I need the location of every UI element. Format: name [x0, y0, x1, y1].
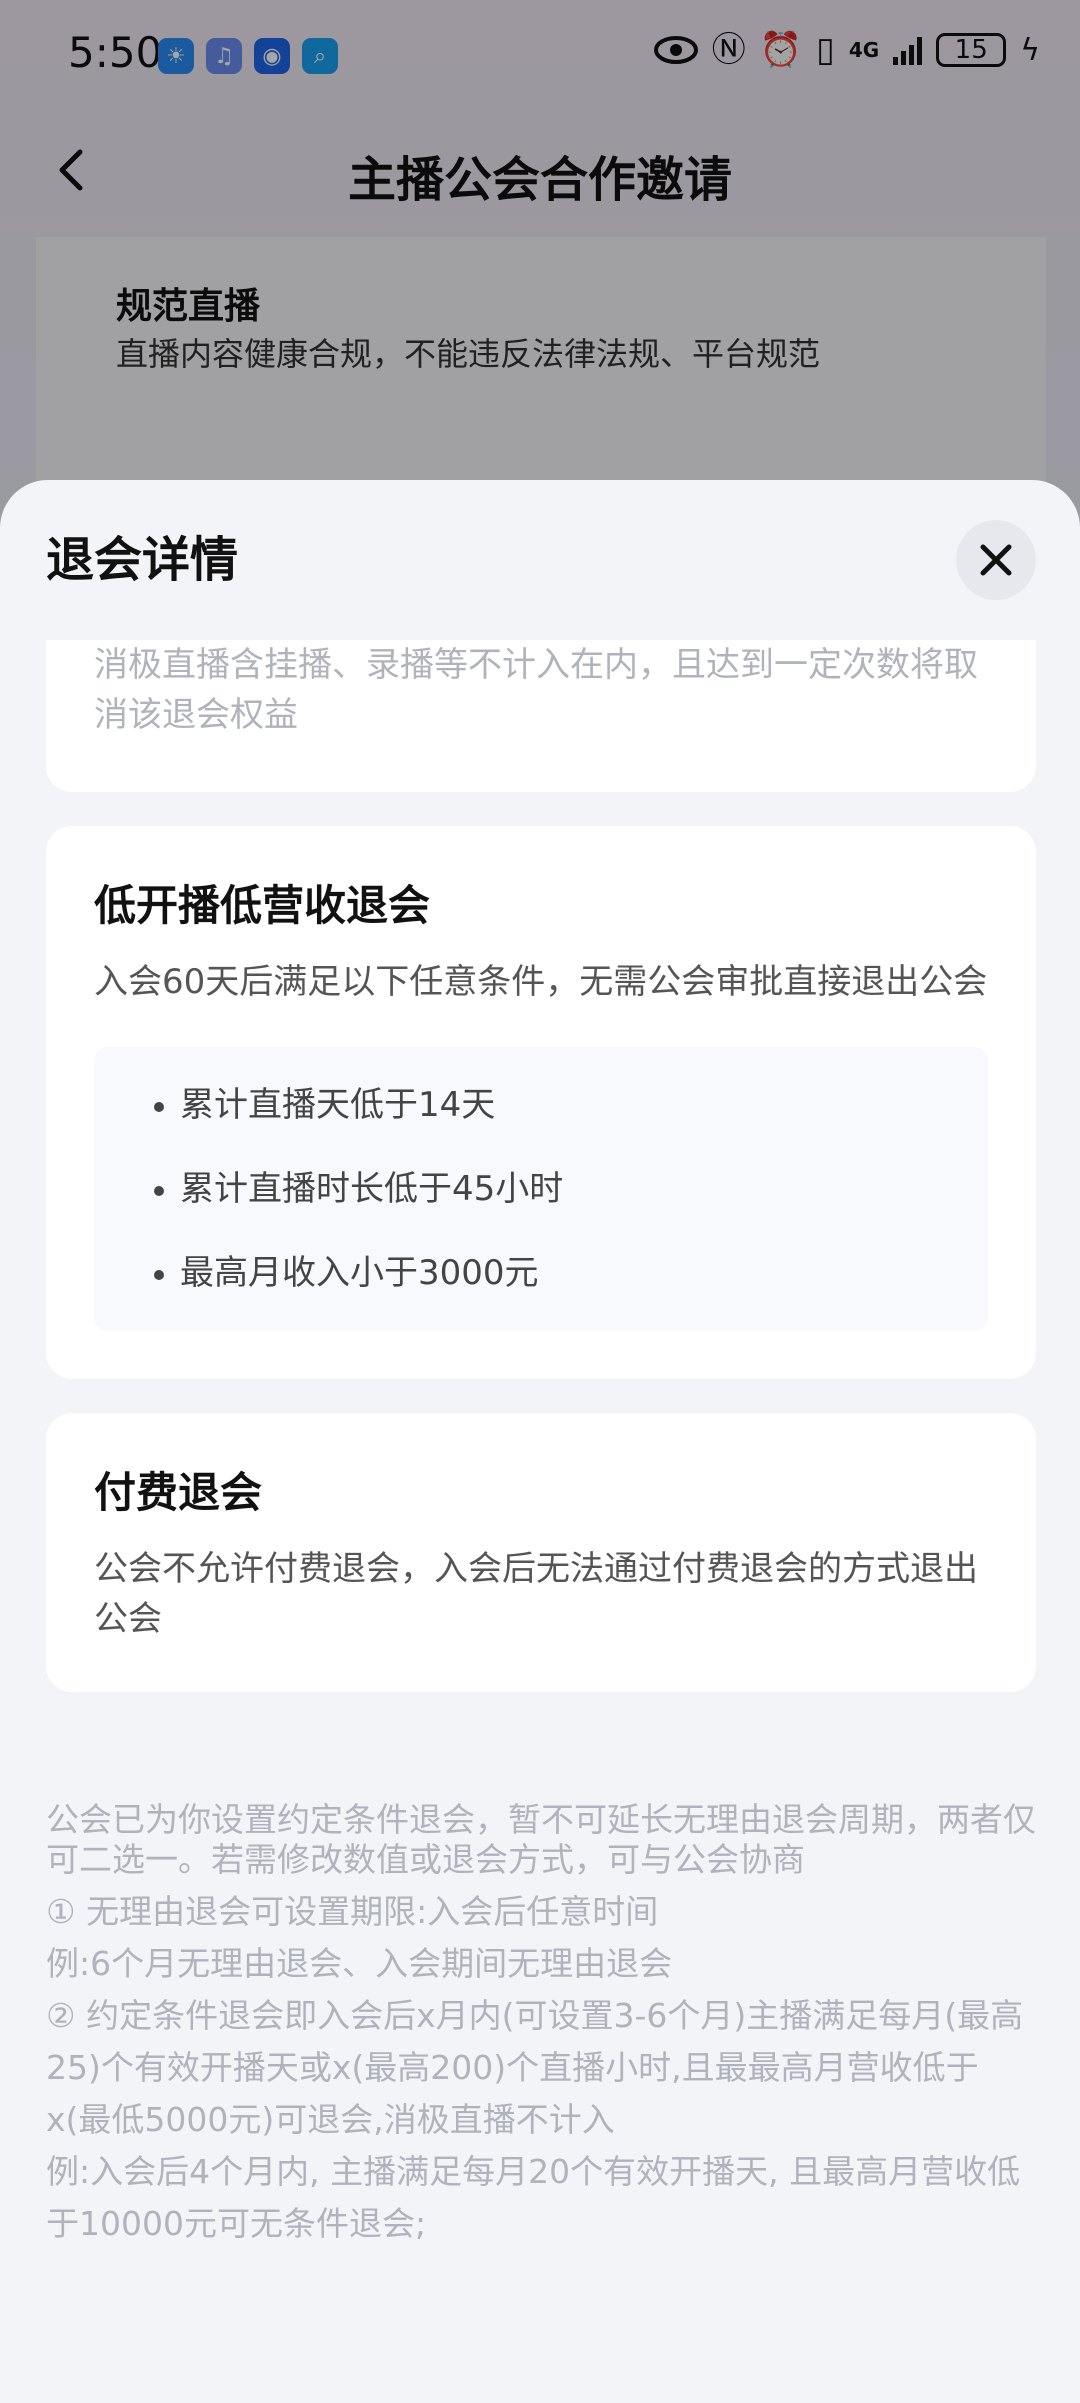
- notes-section: 公会已为你设置约定条件退会，暂不可延长无理由退会周期，两者仅可二选一。若需修改数…: [46, 1800, 1036, 2250]
- quit-details-sheet: 退会详情 消极直播含挂播、录播等不计入在内，且达到一定次数将取消该退会权益 低开…: [0, 480, 1080, 2403]
- list-item: 累计直播时长低于45小时: [94, 1147, 988, 1231]
- sheet-title: 退会详情: [46, 532, 239, 588]
- bullet-icon: [154, 1270, 164, 1280]
- condition-list: 累计直播天低于14天 累计直播时长低于45小时 最高月收入小于3000元: [94, 1047, 988, 1331]
- condition-text: 累计直播时长低于45小时: [180, 1169, 564, 1209]
- partial-card-text: 消极直播含挂播、录播等不计入在内，且达到一定次数将取消该退会权益: [94, 645, 978, 735]
- paid-quit-desc: 公会不允许付费退会，入会后无法通过付费退会的方式退出公会: [94, 1549, 978, 1639]
- sheet-content[interactable]: 消极直播含挂播、录播等不计入在内，且达到一定次数将取消该退会权益 低开播低营收退…: [46, 640, 1036, 1726]
- list-item: 累计直播天低于14天: [94, 1063, 988, 1147]
- note-text: 例:6个月无理由退会、入会期间无理由退会: [46, 1944, 673, 1983]
- note-text: ② 约定条件退会即入会后x月内(可设置3-6个月)主播满足每月(最高25)个有效…: [46, 1996, 1024, 2139]
- bullet-icon: [154, 1186, 164, 1196]
- condition-text: 最高月收入小于3000元: [180, 1253, 539, 1293]
- low-activity-desc: 入会60天后满足以下任意条件，无需公会审批直接退出公会: [94, 962, 988, 1002]
- condition-text: 累计直播天低于14天: [180, 1085, 496, 1125]
- note-text: 公会已为你设置约定条件退会，暂不可延长无理由退会周期，两者仅可二选一。若需修改数…: [46, 1800, 1036, 1879]
- low-activity-title: 低开播低营收退会: [94, 881, 431, 930]
- bullet-icon: [154, 1102, 164, 1112]
- partial-card: 消极直播含挂播、录播等不计入在内，且达到一定次数将取消该退会权益: [46, 640, 1036, 792]
- list-item: 最高月收入小于3000元: [94, 1231, 988, 1315]
- paid-quit-title: 付费退会: [94, 1468, 263, 1517]
- close-button[interactable]: [956, 520, 1036, 600]
- note-text: ① 无理由退会可设置期限:入会后任意时间: [46, 1892, 659, 1931]
- close-icon: [980, 544, 1012, 576]
- paid-quit-card: 付费退会 公会不允许付费退会，入会后无法通过付费退会的方式退出公会: [46, 1413, 1036, 1692]
- low-activity-quit-card: 低开播低营收退会 入会60天后满足以下任意条件，无需公会审批直接退出公会 累计直…: [46, 826, 1036, 1379]
- note-text: 例:入会后4个月内, 主播满足每月20个有效开播天, 且最高月营收低于10000…: [46, 2152, 1021, 2243]
